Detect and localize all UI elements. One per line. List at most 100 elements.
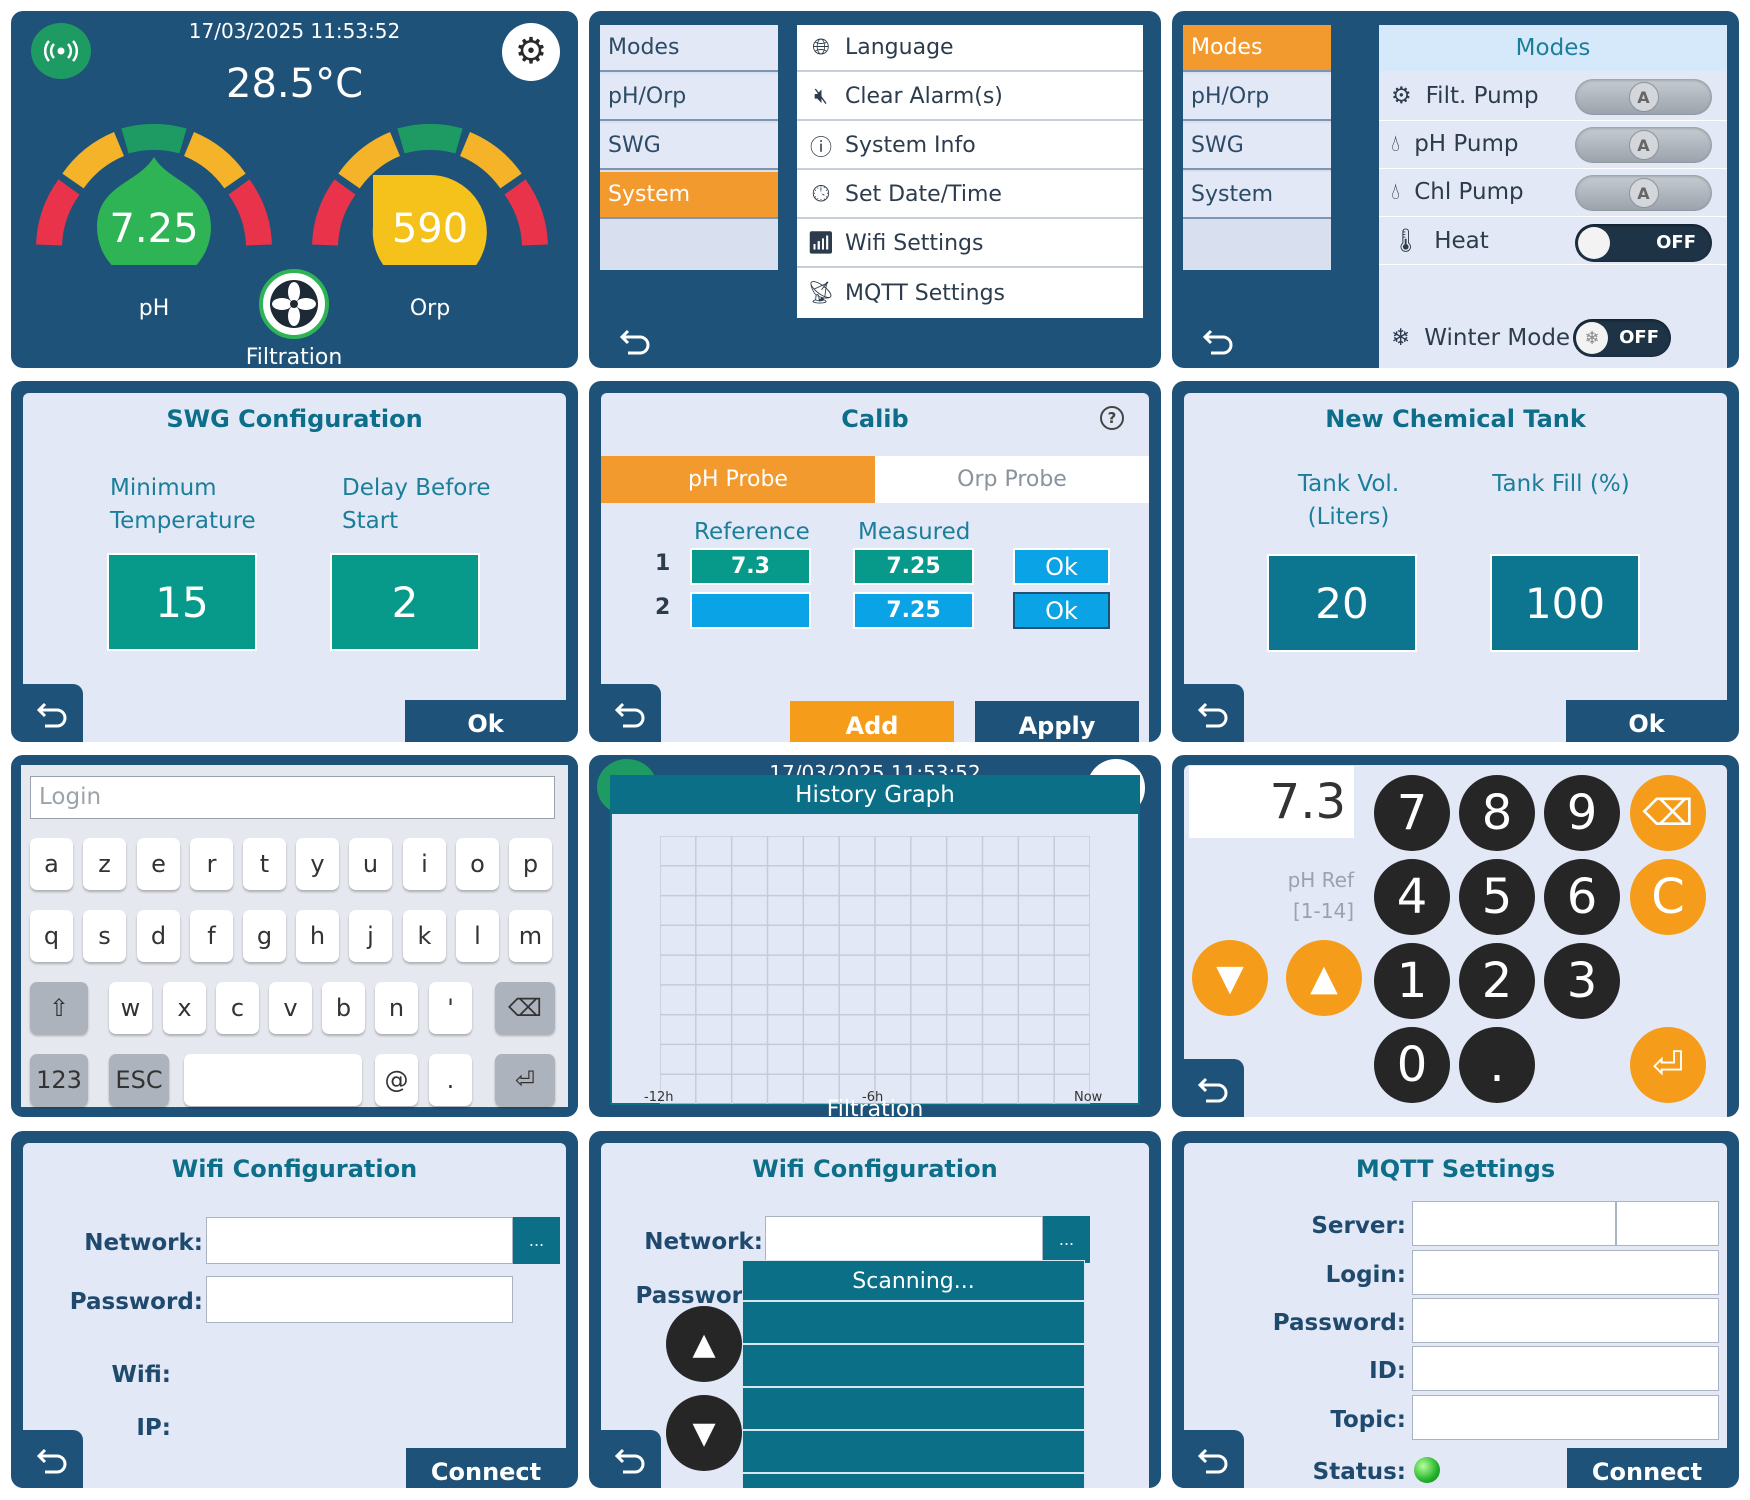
- clear-button[interactable]: C: [1630, 859, 1706, 935]
- back-button[interactable]: [1182, 1059, 1244, 1117]
- key-7[interactable]: 7: [1374, 775, 1450, 851]
- menu-item-ph-orp[interactable]: pH/Orp: [600, 74, 778, 121]
- enter-button[interactable]: ⏎: [1630, 1027, 1706, 1103]
- increment-button[interactable]: ▲: [1286, 940, 1362, 1016]
- connect-button[interactable]: Connect: [406, 1448, 566, 1488]
- key-l[interactable]: l: [456, 910, 499, 962]
- key-0[interactable]: 0: [1374, 1027, 1450, 1103]
- key-q[interactable]: q: [30, 910, 73, 962]
- login-input[interactable]: [1412, 1250, 1719, 1295]
- key-8[interactable]: 8: [1459, 775, 1535, 851]
- help-icon[interactable]: ?: [1100, 406, 1124, 430]
- server-input[interactable]: [1412, 1201, 1616, 1246]
- key-a[interactable]: a: [30, 838, 73, 890]
- numbers-key[interactable]: 123: [30, 1054, 88, 1106]
- key-u[interactable]: u: [349, 838, 392, 890]
- network-input[interactable]: [206, 1217, 513, 1264]
- menu-item-modes[interactable]: Modes: [600, 25, 778, 72]
- back-button[interactable]: [1182, 1430, 1244, 1488]
- escape-key[interactable]: ESC: [109, 1054, 169, 1106]
- list-item[interactable]: [743, 1347, 1084, 1388]
- submenu-mqtt-settings[interactable]: 📡︎ MQTT Settings: [797, 270, 1143, 317]
- at-key[interactable]: @: [375, 1054, 418, 1106]
- key-5[interactable]: 5: [1459, 859, 1535, 935]
- connect-button[interactable]: Connect: [1567, 1448, 1727, 1488]
- key-2[interactable]: 2: [1459, 943, 1535, 1019]
- tank-fill-input[interactable]: 100: [1490, 554, 1640, 652]
- back-button[interactable]: [21, 1430, 83, 1488]
- key-r[interactable]: r: [190, 838, 233, 890]
- key-p[interactable]: p: [509, 838, 552, 890]
- key-f[interactable]: f: [190, 910, 233, 962]
- key-t[interactable]: t: [243, 838, 286, 890]
- key-g[interactable]: g: [243, 910, 286, 962]
- heat-toggle[interactable]: OFF: [1575, 224, 1712, 262]
- key-m[interactable]: m: [509, 910, 552, 962]
- key-o[interactable]: o: [456, 838, 499, 890]
- key-3[interactable]: 3: [1544, 943, 1620, 1019]
- network-browse-button[interactable]: ...: [513, 1217, 560, 1264]
- network-browse-button[interactable]: ...: [1043, 1216, 1090, 1263]
- key-e[interactable]: e: [137, 838, 180, 890]
- chl-pump-switch[interactable]: A: [1575, 175, 1712, 211]
- back-button[interactable]: [599, 1430, 661, 1488]
- menu-item-swg[interactable]: SWG: [600, 123, 778, 170]
- password-input[interactable]: [206, 1276, 513, 1323]
- back-button[interactable]: [1192, 316, 1244, 364]
- back-button[interactable]: [609, 316, 661, 364]
- add-button[interactable]: Add: [790, 701, 954, 742]
- tab-orp-probe[interactable]: Orp Probe: [875, 456, 1149, 503]
- menu-item-modes[interactable]: Modes: [1183, 25, 1331, 72]
- list-item[interactable]: [743, 1390, 1084, 1431]
- key-y[interactable]: y: [296, 838, 339, 890]
- key-4[interactable]: 4: [1374, 859, 1450, 935]
- submenu-wifi-settings[interactable]: 📶︎ Wifi Settings: [797, 221, 1143, 268]
- key-j[interactable]: j: [349, 910, 392, 962]
- key-i[interactable]: i: [403, 838, 446, 890]
- key-d[interactable]: d: [137, 910, 180, 962]
- menu-item-swg[interactable]: SWG: [1183, 123, 1331, 170]
- reference-input[interactable]: [690, 592, 811, 629]
- key-n[interactable]: n: [375, 982, 418, 1034]
- submenu-clear-alarms[interactable]: 🔇︎ Clear Alarm(s): [797, 74, 1143, 121]
- key-h[interactable]: h: [296, 910, 339, 962]
- min-temp-input[interactable]: 15: [107, 553, 257, 651]
- tank-volume-input[interactable]: 20: [1267, 554, 1417, 652]
- decrement-button[interactable]: ▼: [1192, 940, 1268, 1016]
- apply-button[interactable]: Apply: [975, 701, 1139, 742]
- topic-input[interactable]: [1412, 1395, 1719, 1440]
- key-s[interactable]: s: [83, 910, 126, 962]
- key-6[interactable]: 6: [1544, 859, 1620, 935]
- submenu-system-info[interactable]: ⓘ System Info: [797, 123, 1143, 170]
- key-z[interactable]: z: [83, 838, 126, 890]
- backspace-button[interactable]: ⌫: [1630, 775, 1706, 851]
- id-input[interactable]: [1412, 1346, 1719, 1391]
- back-button[interactable]: [1182, 684, 1244, 742]
- ok-button[interactable]: Ok: [1566, 700, 1727, 742]
- scroll-down-button[interactable]: ▼: [666, 1395, 742, 1471]
- ok-button[interactable]: Ok: [1013, 592, 1110, 629]
- key-x[interactable]: x: [163, 982, 206, 1034]
- space-key[interactable]: [184, 1054, 362, 1106]
- key-v[interactable]: v: [269, 982, 312, 1034]
- list-item[interactable]: [743, 1304, 1084, 1345]
- submenu-set-date-time[interactable]: 🕓︎ Set Date/Time: [797, 172, 1143, 219]
- submenu-language[interactable]: 🌐︎ Language: [797, 25, 1143, 72]
- login-input[interactable]: Login: [30, 776, 555, 819]
- key-1[interactable]: 1: [1374, 943, 1450, 1019]
- key-k[interactable]: k: [403, 910, 446, 962]
- filtration-fan-button[interactable]: [259, 269, 329, 339]
- password-input[interactable]: [1412, 1298, 1719, 1343]
- delay-input[interactable]: 2: [330, 553, 480, 651]
- key-apostrophe[interactable]: ': [429, 982, 472, 1034]
- filt-pump-switch[interactable]: A: [1575, 79, 1712, 115]
- tab-ph-probe[interactable]: pH Probe: [601, 456, 875, 503]
- menu-item-system[interactable]: System: [1183, 172, 1331, 219]
- key-9[interactable]: 9: [1544, 775, 1620, 851]
- menu-item-ph-orp[interactable]: pH/Orp: [1183, 74, 1331, 121]
- scroll-up-button[interactable]: ▲: [666, 1306, 742, 1382]
- key-b[interactable]: b: [322, 982, 365, 1034]
- ok-button[interactable]: Ok: [1013, 548, 1110, 585]
- reference-input[interactable]: 7.3: [690, 548, 811, 585]
- ph-pump-switch[interactable]: A: [1575, 127, 1712, 163]
